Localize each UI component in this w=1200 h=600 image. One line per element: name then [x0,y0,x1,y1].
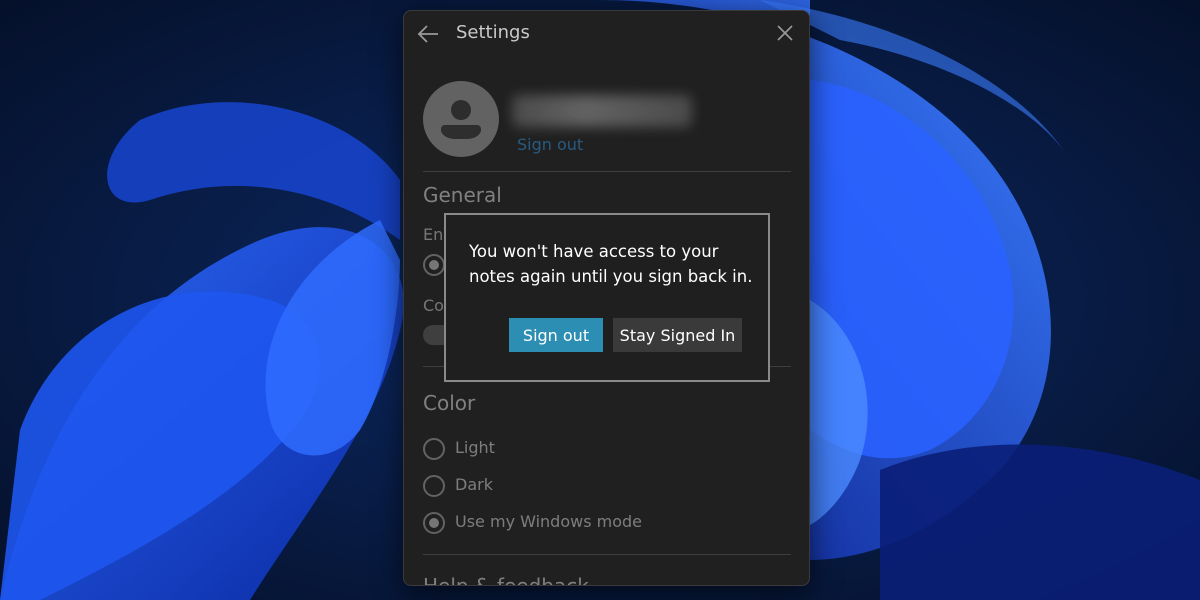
radio-windows-mode[interactable]: Use my Windows mode [423,511,663,535]
radio-dark-label: Dark [455,475,493,494]
divider [423,171,791,172]
avatar [423,81,499,157]
radio-indicator [423,475,445,497]
sign-out-confirm-dialog: You won't have access to your notes agai… [444,213,770,382]
stay-signed-in-button[interactable]: Stay Signed In [613,318,742,352]
close-icon[interactable] [775,23,795,43]
radio-dark[interactable]: Dark [423,474,623,498]
radio-indicator [423,512,445,534]
user-icon [441,100,481,140]
back-arrow-icon[interactable] [416,23,440,45]
radio-light-label: Light [455,438,495,457]
radio-indicator [423,254,445,276]
divider [423,554,791,555]
general-heading: General [423,183,502,207]
radio-indicator [423,438,445,460]
color-heading: Color [423,391,476,415]
sign-out-link[interactable]: Sign out [517,135,583,154]
title-bar: Settings [404,11,809,57]
radio-windows-mode-label: Use my Windows mode [455,512,642,531]
general-row2-label: Co [423,296,444,315]
blurred-account-name [512,95,692,127]
radio-light[interactable]: Light [423,437,623,461]
window-title: Settings [456,22,530,43]
dialog-message: You won't have access to your notes agai… [469,242,753,286]
confirm-sign-out-button[interactable]: Sign out [509,318,603,352]
help-feedback-heading: Help & feedback [423,574,589,586]
